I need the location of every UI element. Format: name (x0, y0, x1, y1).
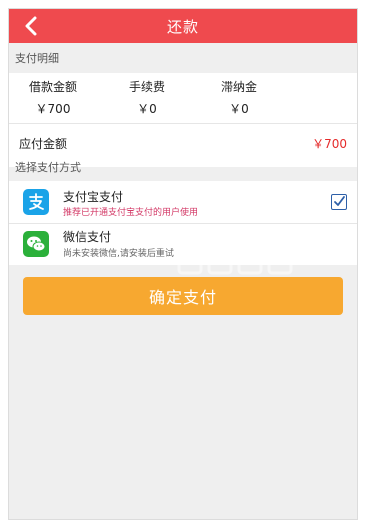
alipay-name: 支付宝支付 (63, 190, 124, 204)
late-fee-label: 滞纳金 (220, 80, 257, 94)
late-fee-column: 滞纳金 ￥0 (199, 77, 279, 119)
loan-amount-column: 借款金额 ￥700 (13, 77, 93, 119)
confirm-payment-button[interactable]: 确定支付 (23, 277, 343, 315)
fee-column: 手续费 ￥0 (107, 77, 187, 119)
payable-amount-label: 应付金额 (19, 137, 68, 151)
payment-method-label: 选择支付方式 (15, 161, 81, 174)
page-title: 还款 (166, 17, 199, 36)
divider (9, 123, 357, 124)
wechat-icon (23, 231, 49, 257)
wechat-description: 尚未安装微信,请安装后重试 (63, 249, 174, 259)
payment-details-panel: 借款金额 ￥700 手续费 ￥0 滞纳金 ￥0 应付金额 ￥700 (9, 73, 357, 167)
fee-value: ￥0 (137, 102, 157, 116)
app-frame: 还款 支付明细 借款金额 ￥700 手续费 ￥0 滞纳金 ￥0 应付金额 ￥70… (8, 8, 358, 520)
payable-amount-value: ￥700 (312, 137, 347, 151)
loan-amount-value: ￥700 (35, 102, 71, 116)
header-bar: 还款 (9, 9, 357, 43)
back-arrow-icon[interactable] (23, 16, 41, 36)
alipay-checkbox[interactable] (331, 194, 347, 210)
alipay-icon (23, 189, 49, 215)
fee-label: 手续费 (128, 80, 165, 94)
wechat-name: 微信支付 (63, 230, 112, 244)
loan-amount-label: 借款金额 (28, 80, 77, 94)
late-fee-value: ￥0 (229, 102, 249, 116)
payment-methods-panel: 支付宝支付 推荐已开通支付宝支付的用户使用 微信支付 尚未安装微信,请安装后重试 (9, 181, 357, 265)
wechat-option[interactable]: 微信支付 尚未安装微信,请安装后重试 (9, 224, 357, 265)
alipay-option[interactable]: 支付宝支付 推荐已开通支付宝支付的用户使用 (9, 181, 357, 222)
payment-details-label: 支付明细 (15, 52, 59, 65)
alipay-description: 推荐已开通支付宝支付的用户使用 (63, 208, 199, 218)
